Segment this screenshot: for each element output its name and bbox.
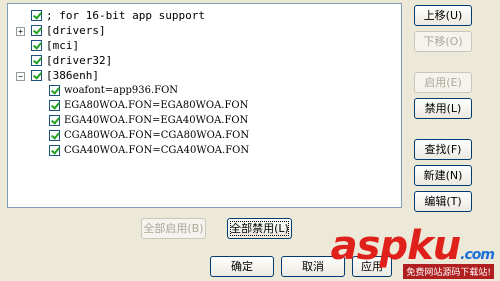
ini-tree-view[interactable]: ; for 16-bit app support + [drivers] [mc…	[7, 3, 402, 208]
checkbox[interactable]	[31, 39, 42, 51]
watermark-text: ku	[407, 223, 461, 269]
checkbox[interactable]	[31, 69, 42, 81]
watermark-text: asp	[330, 223, 408, 269]
tree-item-label: EGA40WOA.FON=EGA40WOA.FON	[64, 114, 249, 126]
tree-item-label: woafont=app936.FON	[64, 84, 179, 96]
tree-item[interactable]: EGA40WOA.FON=EGA40WOA.FON	[49, 113, 248, 127]
tree-item-label: CGA40WOA.FON=CGA40WOA.FON	[64, 144, 250, 156]
tree-item[interactable]: ; for 16-bit app support	[31, 8, 205, 22]
find-button[interactable]: 查找(F)	[414, 139, 472, 160]
move-up-button[interactable]: 上移(U)	[414, 5, 472, 26]
tree-item[interactable]: CGA80WOA.FON=CGA80WOA.FON	[49, 128, 249, 142]
checkbox[interactable]	[49, 114, 60, 126]
tree-item[interactable]: EGA80WOA.FON=EGA80WOA.FON	[49, 98, 248, 112]
tree-item[interactable]: [driver32]	[31, 53, 112, 67]
tree-item-label: CGA80WOA.FON=CGA80WOA.FON	[64, 129, 250, 141]
new-button[interactable]: 新建(N)	[414, 165, 472, 186]
edit-button[interactable]: 编辑(T)	[414, 191, 472, 212]
disable-button[interactable]: 禁用(L)	[414, 98, 472, 119]
tree-item-label: [driver32]	[46, 53, 113, 67]
checkbox[interactable]	[49, 99, 60, 111]
collapse-minus-icon[interactable]: −	[16, 72, 25, 81]
checkbox[interactable]	[49, 144, 60, 156]
checkbox[interactable]	[49, 129, 60, 141]
watermark-logo: aspku.com	[330, 223, 495, 269]
tree-item[interactable]: woafont=app936.FON	[49, 83, 178, 97]
disable-all-button[interactable]: 全部禁用(L)	[227, 218, 292, 239]
tree-item-label: [mci]	[46, 38, 80, 52]
watermark-text: .com	[460, 247, 495, 263]
tree-item-label: EGA80WOA.FON=EGA80WOA.FON	[64, 99, 249, 111]
checkbox[interactable]	[49, 84, 60, 96]
checkbox[interactable]	[31, 24, 42, 36]
watermark-caption: 免费网站源码下载站!	[403, 264, 494, 279]
tree-item-label: ; for 16-bit app support	[46, 8, 205, 22]
ok-button[interactable]: 确定	[210, 256, 274, 277]
move-down-button[interactable]: 下移(O)	[414, 31, 472, 52]
tree-item[interactable]: [mci]	[31, 38, 79, 52]
expand-plus-icon[interactable]: +	[16, 27, 25, 36]
checkbox[interactable]	[31, 54, 42, 66]
checkbox[interactable]	[31, 9, 42, 21]
tree-item[interactable]: CGA40WOA.FON=CGA40WOA.FON	[49, 143, 249, 157]
tree-item[interactable]: [drivers]	[31, 23, 106, 37]
tree-item-label: [drivers]	[46, 23, 106, 37]
enable-all-button[interactable]: 全部启用(B)	[141, 218, 206, 239]
enable-button[interactable]: 启用(E)	[414, 72, 472, 93]
tree-item-label: [386enh]	[46, 68, 99, 82]
tree-item[interactable]: [386enh]	[31, 68, 99, 82]
